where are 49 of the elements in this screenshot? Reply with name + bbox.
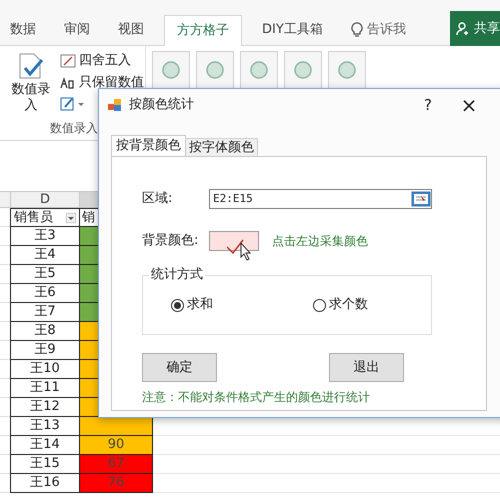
warning-note: 注意：不能对条件格式产生的颜色进行统计: [142, 389, 371, 406]
ribbon-tab[interactable]: 审阅: [56, 15, 98, 45]
group-label: 数值录入: [49, 120, 99, 137]
edit-icon[interactable]: [60, 96, 86, 112]
circle-icon: [206, 61, 224, 79]
radio-option[interactable]: 求个数: [313, 295, 368, 315]
tool-button[interactable]: [240, 51, 278, 89]
abc-icon: [60, 76, 76, 90]
radio-button[interactable]: [171, 298, 184, 312]
dialog-tab[interactable]: 按字体颜色: [186, 138, 258, 156]
ribbon-tab[interactable]: 方方格子: [164, 15, 242, 46]
radio-option[interactable]: 求和: [171, 295, 313, 315]
table-cell: 76: [80, 474, 153, 493]
ribbon-item[interactable]: 四舍五入: [60, 52, 144, 70]
table-header-cell: 销售员: [10, 208, 80, 227]
circle-icon: [162, 61, 180, 79]
ribbon-tab[interactable]: 视图: [110, 15, 152, 45]
circle-icon: [294, 61, 312, 79]
range-label: 区域:: [142, 190, 174, 208]
circle-icon: [250, 61, 268, 79]
tell-me-field[interactable]: 告诉我: [342, 15, 406, 45]
ribbon-tab[interactable]: DIY工具箱: [254, 15, 331, 45]
value-entry-button[interactable]: 数值录入: [10, 52, 52, 119]
person-icon: [456, 22, 470, 36]
color-label: 背景颜色:: [142, 232, 200, 250]
table-cell: 67: [80, 455, 153, 474]
lightbulb-icon: [350, 22, 363, 38]
range-select-icon[interactable]: [411, 191, 431, 207]
table-cell: 90: [80, 436, 153, 455]
range-field[interactable]: E2:E15: [209, 189, 432, 209]
app-icon: [107, 97, 123, 113]
dialog-button[interactable]: 退出: [329, 353, 404, 382]
tool-button[interactable]: [196, 51, 234, 89]
circle-icon: [338, 61, 356, 79]
tool-button[interactable]: [328, 51, 366, 89]
color-hint: 点击左边采集颜色: [272, 233, 368, 250]
window-title: 按颜色统计: [129, 96, 194, 114]
ribbon-item[interactable]: 只保留数值: [60, 74, 144, 92]
dialog-tab[interactable]: 按背景颜色: [111, 135, 186, 156]
tool-button[interactable]: [284, 51, 322, 89]
ribbon-tab[interactable]: 数据: [2, 15, 44, 45]
filter-dropdown-icon[interactable]: [66, 212, 76, 222]
close-button[interactable]: ×: [449, 93, 489, 117]
share-button[interactable]: 共享: [450, 11, 500, 46]
radio-button[interactable]: [313, 298, 326, 312]
help-button[interactable]: ?: [413, 93, 443, 117]
dialog-button[interactable]: 确定: [142, 353, 217, 382]
tool-button[interactable]: [152, 51, 190, 89]
color-swatch[interactable]: [209, 231, 259, 251]
